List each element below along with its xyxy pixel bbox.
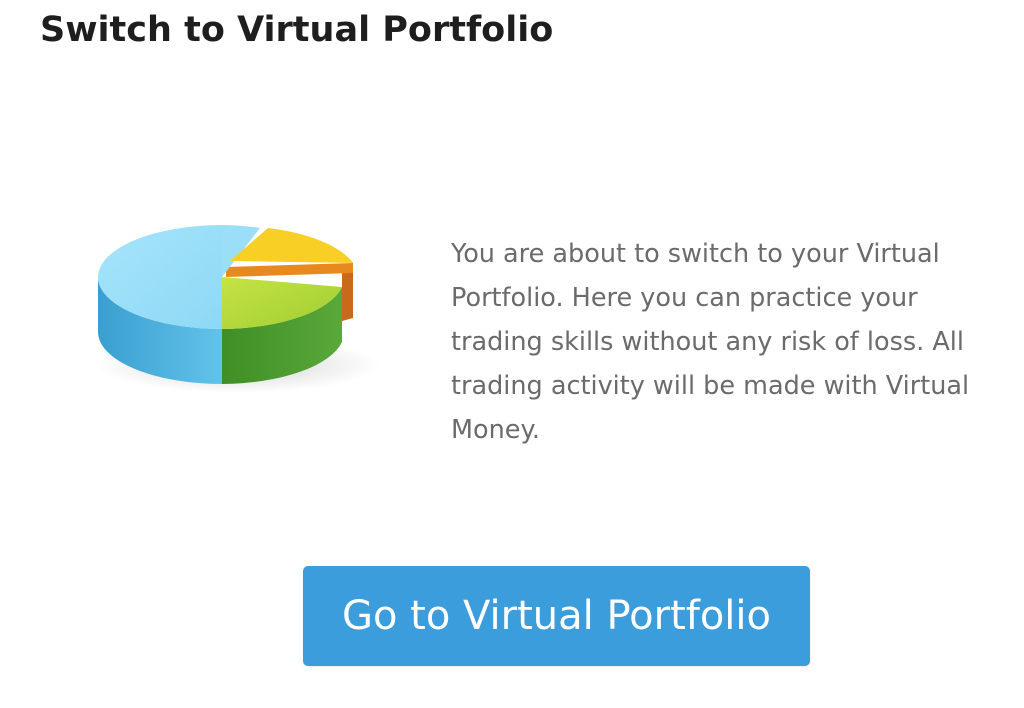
pie-chart-icon — [96, 225, 380, 393]
go-to-virtual-portfolio-button[interactable]: Go to Virtual Portfolio — [303, 566, 810, 666]
dialog-title: Switch to Virtual Portfolio — [40, 10, 554, 50]
pie-slice-orange-side — [226, 263, 353, 277]
dialog-message: You are about to switch to your Virtual … — [451, 239, 970, 445]
switch-virtual-portfolio-dialog: Switch to Virtual Portfolio You are abou… — [0, 0, 1024, 708]
